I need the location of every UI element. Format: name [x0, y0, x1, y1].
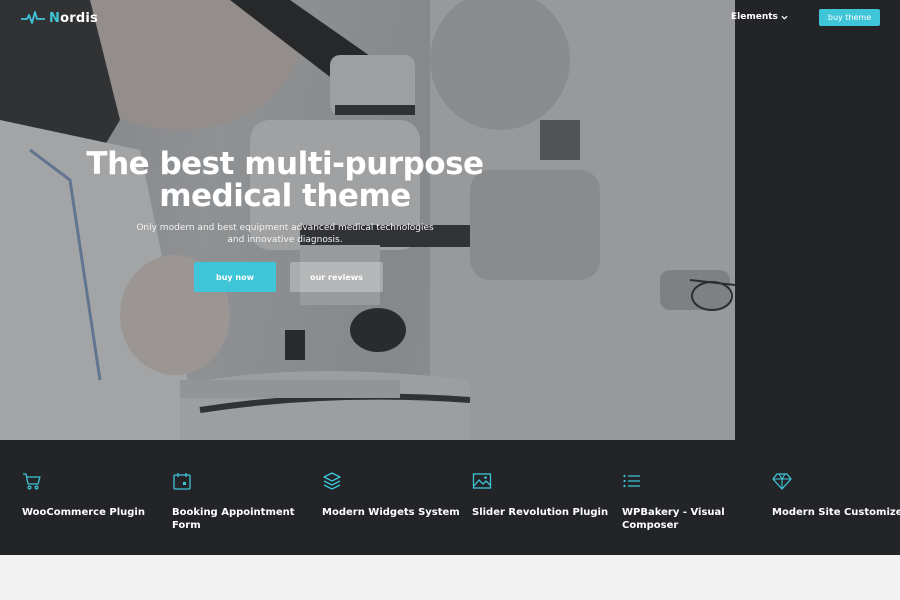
diamond-icon	[772, 473, 792, 490]
cart-icon	[23, 473, 41, 490]
calendar-icon	[173, 473, 191, 490]
layers-icon	[323, 472, 341, 490]
heartbeat-logo-icon	[21, 11, 45, 24]
buy-theme-button[interactable]: buy theme	[819, 9, 880, 26]
list-icon	[623, 474, 640, 488]
features-bar: WooCommerce Plugin Booking Appointment F…	[0, 440, 900, 555]
hero-subtitle-line-1: Only modern and best equipment advanced …	[136, 223, 434, 233]
hero-title-line-1: The best multi-purpose	[86, 146, 484, 182]
feature-item-widgets: Modern Widgets System	[322, 471, 462, 519]
hero-section: The best multi-purpose medical theme Onl…	[0, 0, 900, 440]
feature-item-customizer: Modern Site Customizer	[772, 471, 900, 519]
feature-label: WPBakery - Visual Composer	[622, 507, 725, 531]
nav-elements-menu[interactable]: Elements	[731, 12, 788, 22]
hero-subtitle-line-2: and innovative diagnosis.	[227, 235, 343, 245]
hero-title-line-2: medical theme	[159, 178, 411, 214]
feature-label: Slider Revolution Plugin	[472, 507, 609, 518]
image-icon	[472, 473, 492, 489]
feature-label: Modern Site Customizer	[772, 507, 900, 518]
our-reviews-button[interactable]: our reviews	[290, 262, 383, 292]
feature-label: WooCommerce Plugin	[22, 507, 145, 518]
feature-item-woocommerce: WooCommerce Plugin	[22, 471, 162, 519]
site-header: Nordis Elements buy theme	[0, 0, 900, 36]
hero-subtitle: Only modern and best equipment advanced …	[85, 222, 485, 246]
buy-now-button[interactable]: buy now	[194, 262, 276, 292]
chevron-down-icon	[781, 15, 788, 20]
hero-title: The best multi-purpose medical theme	[85, 148, 485, 212]
feature-item-wpbakery: WPBakery - Visual Composer	[622, 471, 762, 532]
feature-item-booking: Booking Appointment Form	[172, 471, 312, 532]
feature-label: Modern Widgets System	[322, 507, 460, 518]
feature-label: Booking Appointment Form	[172, 507, 295, 531]
feature-item-slider: Slider Revolution Plugin	[472, 471, 612, 519]
hero-content: The best multi-purpose medical theme Onl…	[85, 148, 485, 246]
logo[interactable]: Nordis	[21, 10, 98, 26]
page-content-area	[0, 555, 900, 600]
logo-text: Nordis	[49, 10, 98, 26]
nav-elements-label: Elements	[731, 12, 778, 22]
